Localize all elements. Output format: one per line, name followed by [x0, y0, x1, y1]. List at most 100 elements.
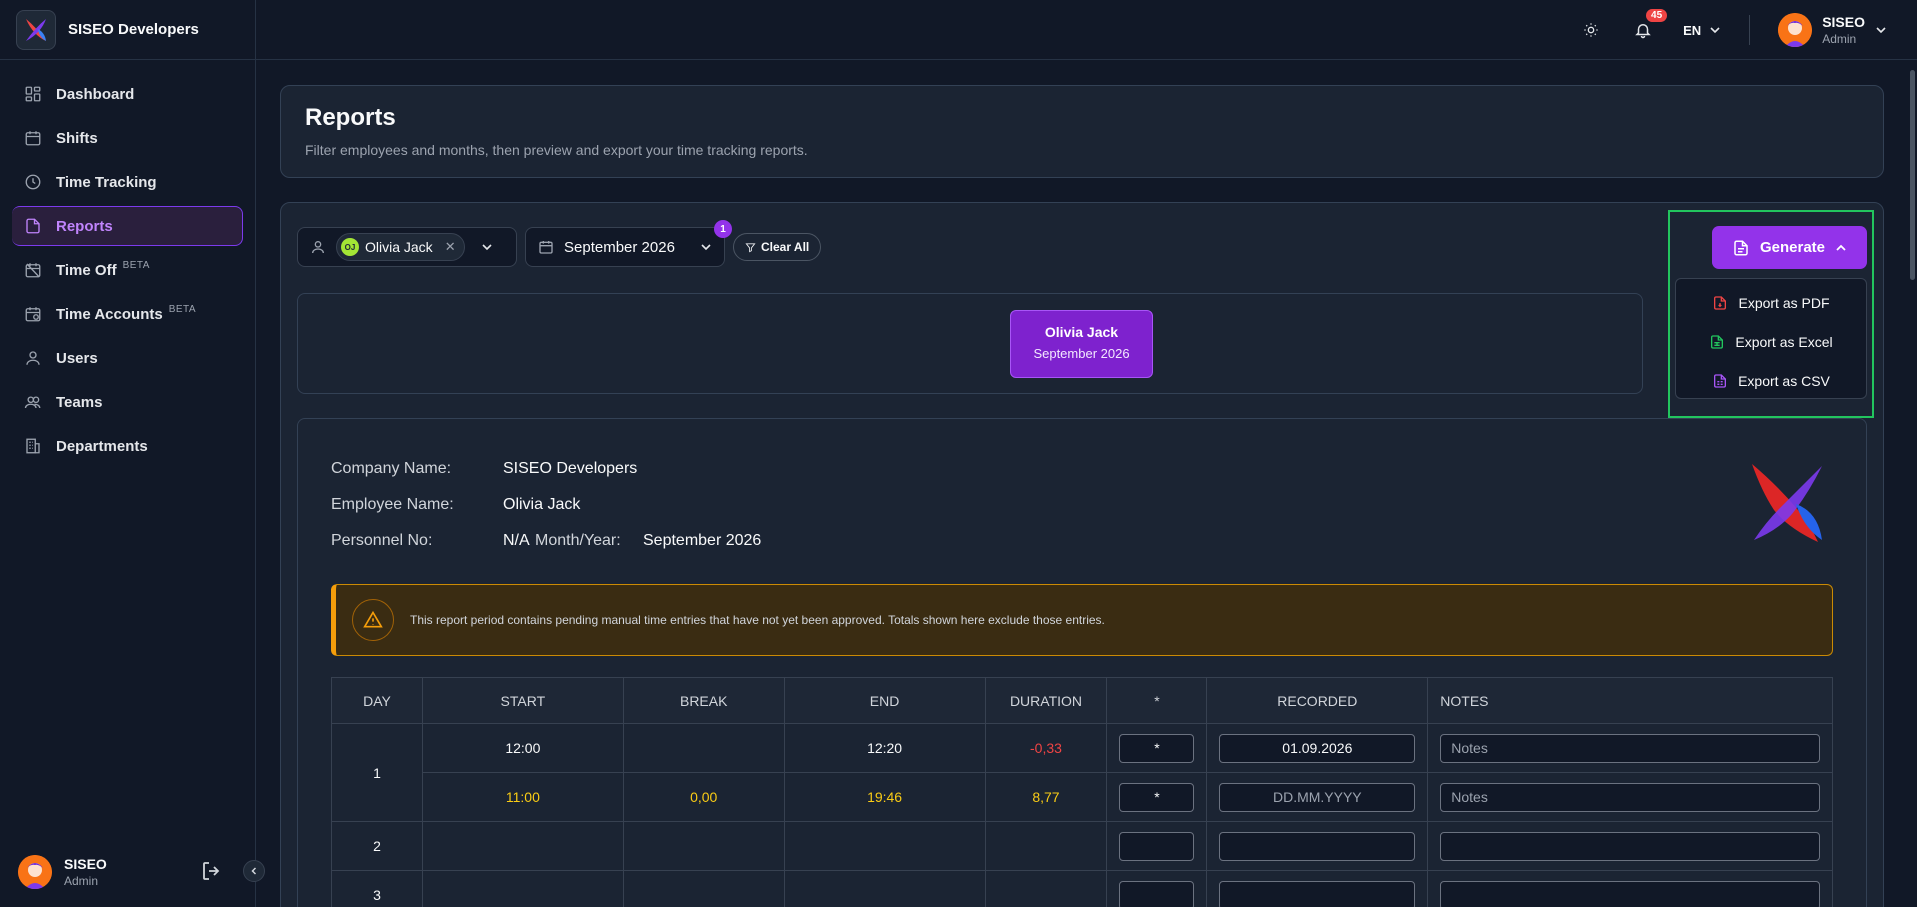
recorded-date-input[interactable]: DD.MM.YYYY: [1219, 782, 1416, 812]
users-icon: [24, 396, 41, 409]
star-cell: [1106, 821, 1208, 871]
end-cell: 19:46: [783, 772, 986, 822]
employee-filter[interactable]: OJ Olivia Jack ✕: [297, 227, 517, 267]
end-cell: [783, 821, 986, 871]
clear-all-button[interactable]: Clear All: [733, 233, 822, 261]
sidebar-item-time-tracking[interactable]: Time Tracking: [12, 162, 243, 202]
recorded-cell: [1206, 821, 1429, 871]
avatar: OJ: [341, 238, 359, 256]
notes-input[interactable]: [1440, 831, 1820, 861]
month-filter-value: September 2026: [564, 238, 675, 256]
column-header: END: [783, 677, 986, 724]
end-cell: [783, 870, 986, 907]
recorded-date-input[interactable]: [1219, 880, 1416, 907]
excel-file-icon: [1711, 334, 1724, 349]
company-label: Company Name:: [331, 460, 452, 477]
user-menu[interactable]: SISEO Admin: [1778, 13, 1887, 47]
logout-icon[interactable]: [200, 859, 224, 888]
language-selector[interactable]: EN: [1683, 23, 1721, 38]
sidebar: SISEO Developers Dashboard Shifts Time T…: [0, 0, 265, 907]
sidebar-item-label: Departments: [56, 437, 148, 455]
star-input[interactable]: [1119, 880, 1195, 907]
sidebar-item-departments[interactable]: Departments: [12, 426, 243, 466]
remove-chip-icon[interactable]: ✕: [445, 239, 456, 255]
generate-button[interactable]: Generate: [1712, 226, 1867, 269]
report-panel: OJ Olivia Jack ✕ September 2026 1 Clear …: [280, 202, 1884, 907]
personnel-label: Personnel No:: [331, 532, 433, 549]
export-pdf-item[interactable]: Export as PDF: [1676, 283, 1866, 322]
export-excel-item[interactable]: Export as Excel: [1676, 322, 1866, 361]
chevron-left-icon: [251, 867, 257, 875]
sidebar-item-dashboard[interactable]: Dashboard: [12, 74, 243, 114]
pending-entries-warning: This report period contains pending manu…: [331, 584, 1833, 656]
recorded-cell: 01.09.2026: [1206, 723, 1429, 773]
notes-cell: Notes: [1427, 772, 1833, 822]
sidebar-item-label: Time Accounts: [56, 305, 163, 323]
brand[interactable]: SISEO Developers: [0, 0, 255, 60]
export-csv-item[interactable]: Export as CSV: [1676, 361, 1866, 400]
collapse-sidebar-button[interactable]: [243, 860, 265, 882]
time-table: DAY START BREAK END DURATION * RECORDED …: [331, 677, 1833, 907]
chevron-down-icon: [1710, 27, 1720, 34]
column-header: START: [421, 677, 624, 724]
notes-cell: Notes: [1427, 723, 1833, 773]
page-header: Reports Filter employees and months, the…: [280, 85, 1884, 178]
dashboard-icon: [25, 86, 41, 102]
star-cell: *: [1106, 723, 1208, 773]
start-cell: 11:00: [421, 772, 624, 822]
chevron-up-icon: [1836, 244, 1846, 251]
preview-tab[interactable]: Olivia Jack September 2026: [1010, 310, 1153, 378]
sidebar-item-shifts[interactable]: Shifts: [12, 118, 243, 158]
user-icon: [312, 241, 324, 254]
column-header: DAY: [331, 677, 423, 724]
recorded-date-input[interactable]: 01.09.2026: [1219, 733, 1416, 763]
generate-label: Generate: [1759, 239, 1826, 256]
sidebar-item-teams[interactable]: Teams: [12, 382, 243, 422]
user-role: Admin: [1822, 32, 1857, 46]
employee-chip[interactable]: OJ Olivia Jack ✕: [336, 233, 465, 261]
duration-cell: [984, 821, 1108, 871]
avatar: [18, 855, 52, 889]
column-header: BREAK: [622, 677, 785, 724]
page-scrollbar[interactable]: [1910, 70, 1915, 280]
report-icon: [26, 218, 40, 234]
calendar-icon: [25, 131, 41, 146]
table-row: 3: [331, 870, 1833, 907]
company-logo: [1736, 454, 1836, 554]
report-info: Company Name: SISEO Developers Employee …: [331, 451, 761, 559]
preview-selector: Olivia Jack September 2026: [297, 293, 1643, 394]
recorded-date-input[interactable]: [1219, 831, 1416, 861]
recorded-cell: DD.MM.YYYY: [1206, 772, 1429, 822]
company-value: SISEO Developers: [503, 460, 638, 477]
sidebar-user[interactable]: SISEO Admin: [0, 837, 256, 907]
export-pdf-label: Export as PDF: [1738, 294, 1830, 311]
user-icon: [26, 351, 40, 365]
chevron-down-icon: [701, 244, 711, 251]
notifications-button[interactable]: 45: [1631, 9, 1668, 42]
table-row: 1 12:00 12:20 -0,33 * 01.09.2026 Notes: [331, 723, 1833, 822]
star-input[interactable]: *: [1119, 782, 1195, 812]
theme-toggle-button[interactable]: [1579, 18, 1603, 42]
star-input[interactable]: [1119, 831, 1195, 861]
clear-all-label: Clear All: [761, 240, 810, 254]
employee-value: Olivia Jack: [503, 496, 581, 513]
beta-badge: BETA: [168, 303, 197, 315]
sidebar-item-users[interactable]: Users: [12, 338, 243, 378]
sun-icon: [1584, 23, 1598, 37]
notes-input[interactable]: Notes: [1440, 782, 1820, 812]
sidebar-item-label: Time Off: [56, 261, 117, 279]
sidebar-item-time-accounts[interactable]: Time Accounts BETA: [12, 294, 243, 334]
column-header: DURATION: [984, 677, 1108, 724]
start-cell: 12:00: [421, 723, 624, 773]
table-row: 11:00 0,00 19:46 8,77 * DD.MM.YYYY Notes: [332, 772, 1833, 822]
chevron-down-icon[interactable]: [481, 241, 493, 253]
notes-input[interactable]: [1440, 880, 1820, 907]
notes-input[interactable]: Notes: [1440, 733, 1820, 763]
sidebar-item-time-off[interactable]: Time Off BETA: [12, 250, 243, 290]
chevron-down-icon: [1876, 27, 1886, 34]
sidebar-item-reports[interactable]: Reports: [12, 206, 243, 246]
month-filter[interactable]: September 2026 1: [525, 220, 732, 267]
table-header-row: DAY START BREAK END DURATION * RECORDED …: [331, 677, 1833, 724]
star-input[interactable]: *: [1119, 733, 1195, 763]
employee-chip-label: Olivia Jack: [365, 239, 433, 255]
